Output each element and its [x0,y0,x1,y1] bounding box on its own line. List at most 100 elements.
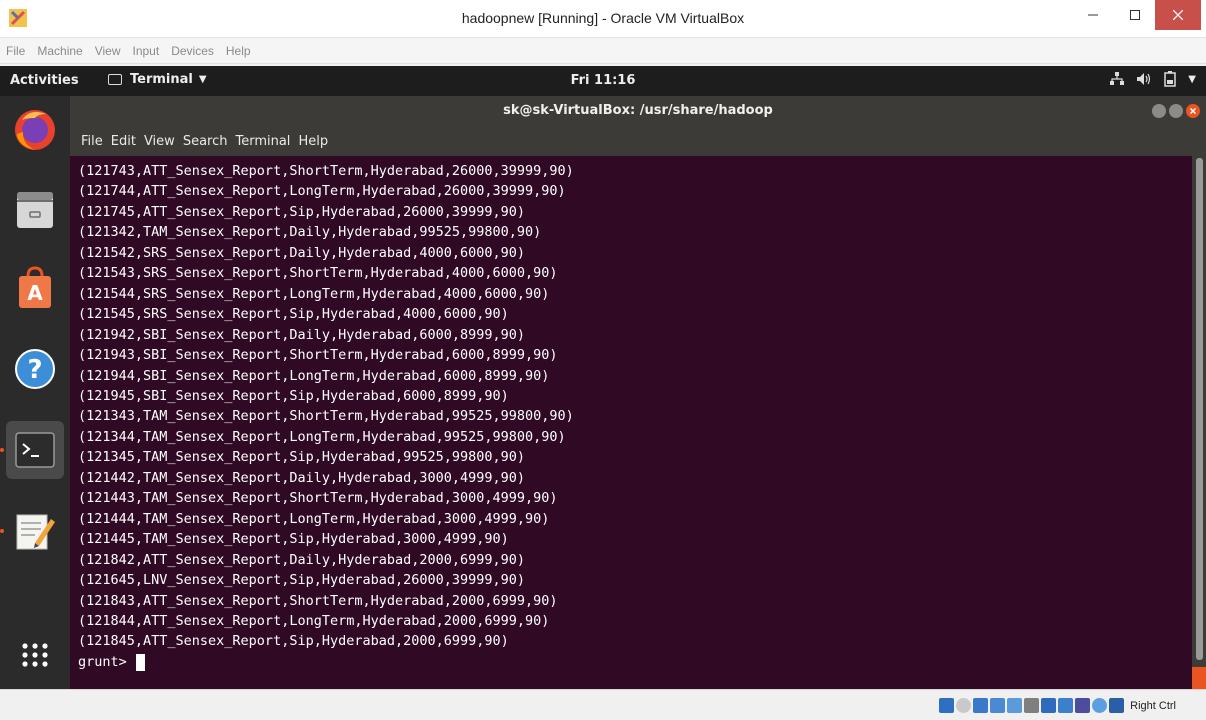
output-line: (121843,ATT_Sensex_Report,ShortTerm,Hyde… [78,592,558,609]
usb-icon[interactable] [1007,698,1023,713]
terminal-menu-file[interactable]: File [81,134,103,149]
guest-screen: Activities Terminal ▼ Fri 11:16 ▼ A ? sk… [0,66,1206,689]
clock[interactable]: Fri 11:16 [0,73,1206,88]
scrollbar-thumb[interactable] [1196,158,1203,660]
terminal-headerbar[interactable]: sk@sk-VirtualBox: /usr/share/hadoop [70,96,1206,126]
battery-icon [1164,71,1177,87]
output-line: (121645,LNV_Sensex_Report,Sip,Hyderabad,… [78,572,526,589]
mouse-integration-icon[interactable] [1092,698,1108,713]
audio-icon[interactable] [973,698,989,713]
scrollbar-position-marker [1192,667,1206,689]
grunt-prompt: grunt> [78,653,127,670]
terminal-output[interactable]: (121743,ATT_Sensex_Report,ShortTerm,Hyde… [70,156,1192,689]
terminal-close-button[interactable] [1186,104,1200,118]
menu-input[interactable]: Input [133,44,160,58]
menu-file[interactable]: File [6,44,25,58]
terminal-window-controls [1152,104,1200,118]
terminal-menubar: File Edit View Search Terminal Help [70,126,1206,156]
terminal-menu-view[interactable]: View [144,134,175,149]
text-cursor [135,653,145,671]
output-line: (121845,ATT_Sensex_Report,Sip,Hyderabad,… [78,633,509,650]
help-icon: ? [15,349,55,389]
menu-machine[interactable]: Machine [37,44,82,58]
terminal-maximize-button[interactable] [1169,104,1183,118]
dock-terminal[interactable] [6,421,64,479]
terminal-icon [15,432,55,468]
output-line: (121842,ATT_Sensex_Report,Daily,Hyderaba… [78,551,526,568]
svg-text:A: A [27,281,43,305]
files-icon [17,192,53,228]
dock-help[interactable]: ? [6,340,64,398]
close-button[interactable] [1155,0,1201,30]
network-icon [1110,72,1125,85]
output-line: (121844,ATT_Sensex_Report,LongTerm,Hyder… [78,612,550,629]
host-key-label[interactable]: Right Ctrl [1130,700,1176,712]
keyboard-capture-icon[interactable] [1109,698,1125,713]
terminal-menu-terminal[interactable]: Terminal [235,134,290,149]
output-line: (121545,SRS_Sensex_Report,Sip,Hyderabad,… [78,306,509,323]
gnome-top-bar: Activities Terminal ▼ Fri 11:16 ▼ [0,66,1206,96]
dock-firefox[interactable] [6,100,64,158]
terminal-menu-help[interactable]: Help [298,134,328,149]
dock-text-editor[interactable] [6,502,64,560]
terminal-scrollbar[interactable] [1192,156,1206,689]
prompt-line[interactable]: grunt> [78,652,1192,672]
menu-view[interactable]: View [95,44,121,58]
output-line: (121445,TAM_Sensex_Report,Sip,Hyderabad,… [78,531,509,548]
display-icon[interactable] [1041,698,1057,713]
show-applications-button[interactable] [6,626,64,684]
system-tray[interactable]: ▼ [1110,71,1196,87]
output-line: (121744,ATT_Sensex_Report,LongTerm,Hyder… [78,183,566,200]
close-icon [1173,10,1183,20]
shared-folders-icon[interactable] [1024,698,1040,713]
running-indicator [0,448,4,452]
dock: A ? [0,96,70,689]
menu-devices[interactable]: Devices [171,44,214,58]
cpu-icon[interactable] [1075,698,1091,713]
output-line: (121945,SBI_Sensex_Report,Sip,Hyderabad,… [78,387,509,404]
output-line: (121442,TAM_Sensex_Report,Daily,Hyderaba… [78,469,526,486]
hard-disk-icon[interactable] [939,698,955,713]
terminal-menu-edit[interactable]: Edit [111,134,136,149]
output-line: (121443,TAM_Sensex_Report,ShortTerm,Hyde… [78,490,558,507]
status-icons: Right Ctrl [939,698,1176,713]
terminal-minimize-button[interactable] [1152,104,1166,118]
output-line: (121542,SRS_Sensex_Report,Daily,Hyderaba… [78,244,526,261]
minimize-icon [1088,14,1098,16]
output-line: (121342,TAM_Sensex_Report,Daily,Hyderaba… [78,224,542,241]
maximize-icon [1130,10,1140,20]
software-icon: A [19,266,51,308]
minimize-button[interactable] [1070,0,1116,30]
output-line: (121944,SBI_Sensex_Report,LongTerm,Hyder… [78,367,550,384]
output-line: (121344,TAM_Sensex_Report,LongTerm,Hyder… [78,428,566,445]
svg-text:?: ? [27,355,42,385]
optical-drive-icon[interactable] [956,698,972,713]
output-line: (121942,SBI_Sensex_Report,Daily,Hyderaba… [78,326,526,343]
terminal-menu-search[interactable]: Search [183,134,228,149]
volume-icon [1137,73,1151,85]
terminal-window: sk@sk-VirtualBox: /usr/share/hadoop File… [70,96,1206,689]
firefox-icon [15,110,55,150]
output-line: (121745,ATT_Sensex_Report,Sip,Hyderabad,… [78,203,526,220]
output-line: (121543,SRS_Sensex_Report,ShortTerm,Hyde… [78,265,558,282]
maximize-button[interactable] [1112,0,1158,30]
output-line: (121343,TAM_Sensex_Report,ShortTerm,Hyde… [78,408,574,425]
output-line: (121345,TAM_Sensex_Report,Sip,Hyderabad,… [78,449,526,466]
show-apps-icon [22,643,48,667]
host-window-title: hadoopnew [Running] - Oracle VM VirtualB… [461,10,745,26]
menu-help[interactable]: Help [226,44,251,58]
output-line: (121943,SBI_Sensex_Report,ShortTerm,Hyde… [78,347,558,364]
host-titlebar: hadoopnew [Running] - Oracle VM VirtualB… [0,0,1206,38]
network-adapter-icon[interactable] [990,698,1006,713]
output-line: (121444,TAM_Sensex_Report,LongTerm,Hyder… [78,510,550,527]
host-menubar: File Machine View Input Devices Help [0,38,1206,64]
text-editor-icon [16,514,55,550]
close-icon [1189,107,1197,115]
output-line: (121743,ATT_Sensex_Report,ShortTerm,Hyde… [78,163,574,179]
vbox-statusbar: Right Ctrl [0,689,1206,720]
dock-software[interactable]: A [6,259,64,317]
dock-files[interactable] [6,181,64,239]
video-capture-icon[interactable] [1058,698,1074,713]
output-line: (121544,SRS_Sensex_Report,LongTerm,Hyder… [78,285,550,302]
running-indicator [0,529,4,533]
